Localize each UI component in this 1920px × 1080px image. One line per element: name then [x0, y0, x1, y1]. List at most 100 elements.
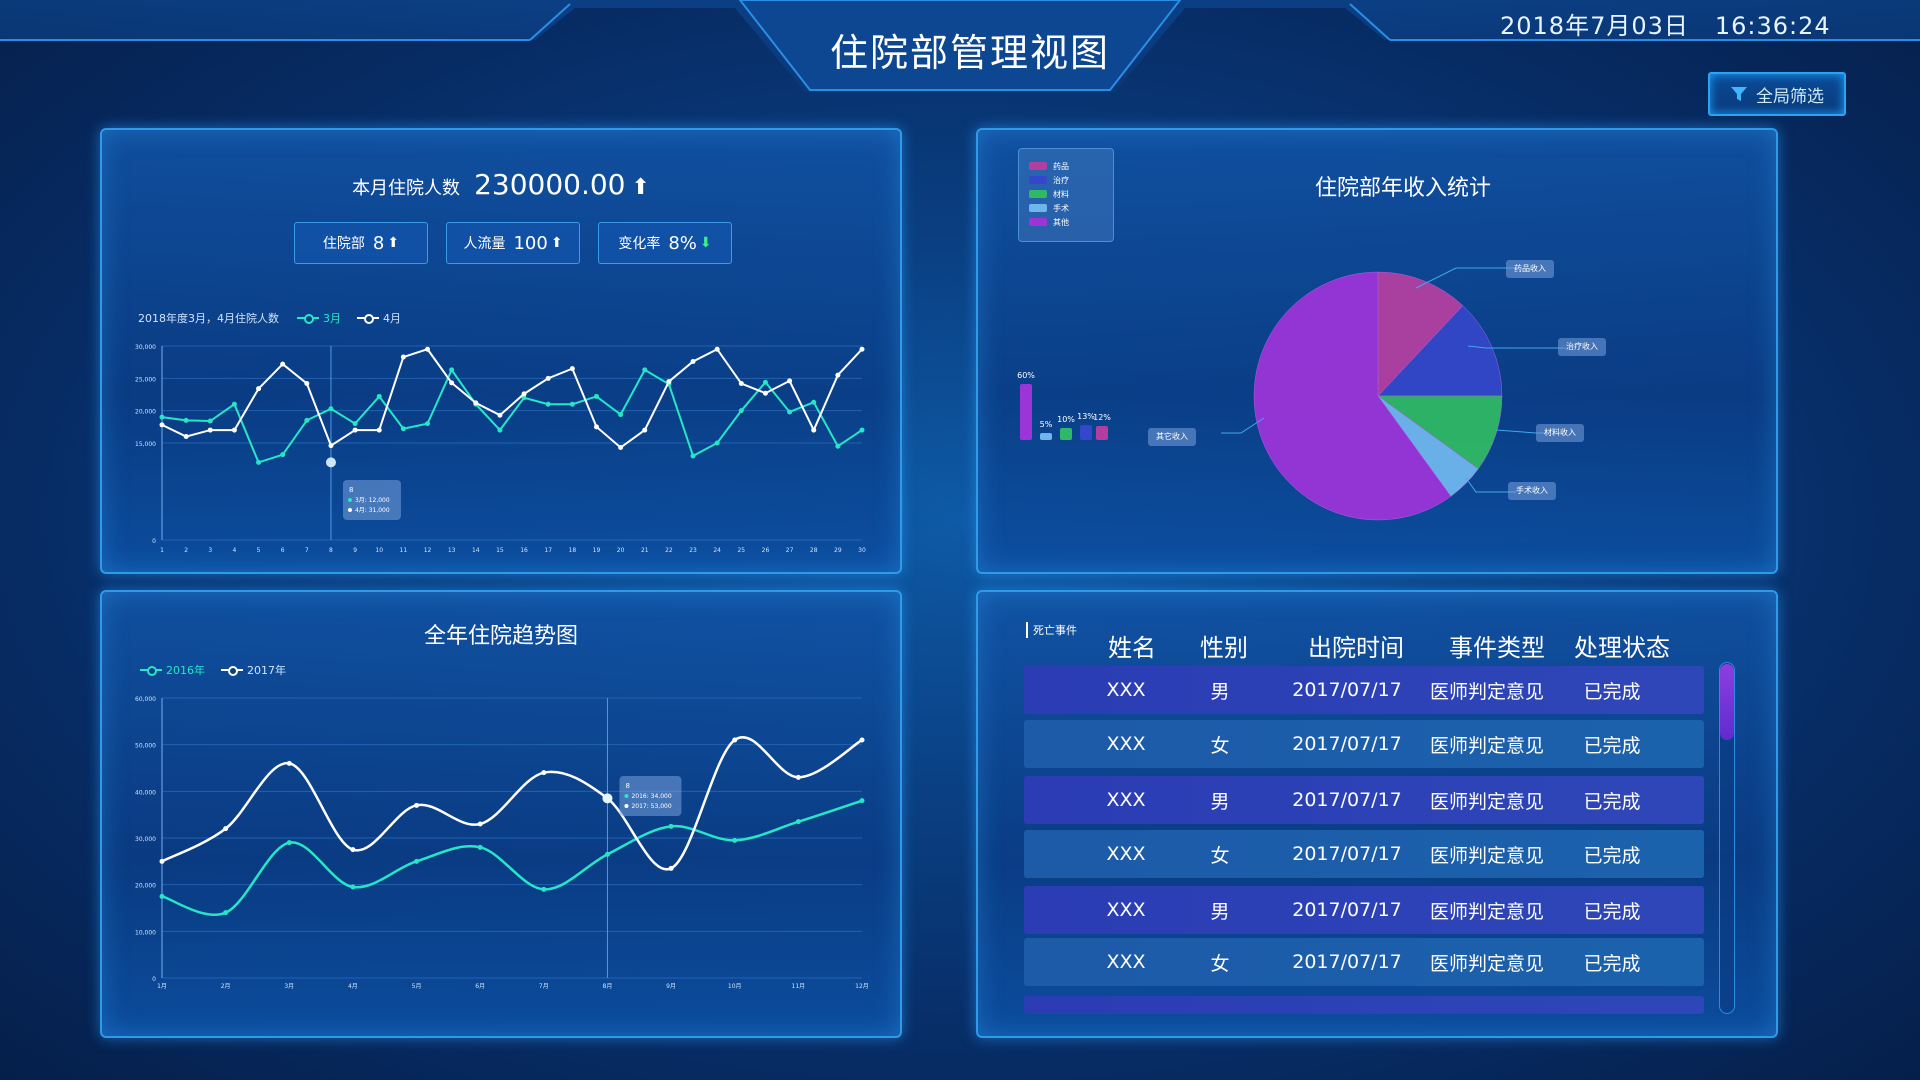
kpi-value: 8%: [668, 232, 697, 254]
data-point: [521, 391, 527, 397]
y-tick-label: 60,000: [135, 696, 156, 703]
table-row[interactable]: XXX 女 2017/07/17 医师判定意见 已完成: [1024, 830, 1704, 878]
data-point: [835, 443, 841, 449]
data-point: [223, 910, 229, 916]
data-point: [159, 422, 165, 428]
table-cell: 2017/07/17: [1292, 843, 1402, 865]
table-cell: 已完成: [1583, 680, 1641, 703]
y-tick-label: 10,000: [135, 929, 156, 936]
table-cell: 医师判定意见: [1429, 734, 1544, 757]
x-tick-label: 9月: [666, 983, 676, 990]
table-row[interactable]: XXX 男 2017/07/17 医师判定意见 已完成: [1024, 666, 1704, 714]
table-cell: 男: [1210, 680, 1230, 703]
table-row[interactable]: XXX 女 2017/07/17 医师判定意见 已完成: [1024, 720, 1704, 768]
x-tick-label: 26: [762, 547, 770, 554]
monthly-line-chart[interactable]: 015,00020,00025,00030,0001 2 3 4 5 6 7 8 9 10 11 12…: [122, 330, 882, 560]
x-tick-label: 1月: [157, 983, 167, 990]
arrow-down-icon: ⬇: [699, 235, 712, 251]
x-tick-label: 21: [641, 547, 649, 554]
x-tick-label: 7月: [539, 983, 549, 990]
x-tick-label: 6: [281, 547, 285, 554]
x-tick-label: 11: [400, 547, 408, 554]
x-tick-label: 14: [472, 547, 480, 554]
data-point: [569, 366, 575, 372]
data-point: [541, 886, 547, 892]
yearly-trend-panel: 全年住院趋势图 2016年 2017年 0 10,000 20,000 30,000 4…: [100, 590, 902, 1038]
table-row[interactable]: XXX 男 2017/07/17 医师判定意见 已完成: [1024, 776, 1704, 824]
table-cell: 女: [1210, 844, 1230, 867]
data-point: [497, 427, 503, 433]
data-point: [477, 821, 483, 827]
x-tick-label: 4: [232, 547, 236, 554]
mini-bar: [1040, 433, 1052, 440]
data-point: [280, 361, 286, 367]
table-cell: 已完成: [1583, 844, 1641, 867]
tooltip-line: 4月: 31,000: [355, 507, 390, 514]
global-filter-button[interactable]: 全局筛选: [1708, 72, 1846, 116]
kpi-label: 变化率: [618, 236, 661, 252]
col-gender[interactable]: 性别: [1170, 628, 1278, 663]
mini-bar-label: 10%: [1057, 415, 1075, 424]
table-cell: XXX: [1106, 899, 1146, 921]
kpi-flow[interactable]: 人流量 100 ⬆: [446, 222, 580, 264]
x-tick-label: 1: [160, 547, 164, 554]
kpi-change-rate[interactable]: 变化率 8% ⬇: [598, 222, 732, 264]
monthly-chart-legend: 2018年度3月，4月住院人数 3月 4月: [138, 310, 417, 326]
data-point: [449, 380, 455, 386]
table-cell: 已完成: [1583, 734, 1641, 757]
data-point: [425, 421, 431, 427]
tooltip-dot: [347, 508, 352, 512]
data-point: [618, 412, 624, 418]
table-scrollbar-thumb[interactable]: [1720, 664, 1734, 740]
death-table-header: 姓名 性别 出院时间 事件类型 处理状态: [1094, 628, 1684, 663]
legend-item-2016[interactable]: 2016年: [140, 662, 205, 678]
x-tick-label: 25: [737, 547, 745, 554]
table-cell: XXX: [1106, 733, 1146, 755]
legend-item-april[interactable]: 4月: [357, 310, 401, 326]
y-tick-label: 30,000: [135, 344, 156, 351]
income-pie-chart[interactable]: 60%5%10% 13%12%: [976, 128, 1774, 570]
x-tick-label: 13: [448, 547, 456, 554]
table-row[interactable]: [1024, 996, 1704, 1014]
legend-item-2017[interactable]: 2017年: [221, 662, 286, 678]
label-other-income: 其它收入: [1148, 428, 1196, 446]
data-point: [414, 802, 420, 808]
kpi-department[interactable]: 住院部 8 ⬆: [294, 222, 428, 264]
data-point: [304, 417, 310, 423]
legend-item-march[interactable]: 3月: [297, 310, 341, 326]
data-point: [738, 381, 744, 387]
label-material-income: 材料收入: [1536, 424, 1584, 442]
hover-point: [325, 457, 336, 468]
data-point: [425, 346, 431, 352]
col-discharge-time[interactable]: 出院时间: [1278, 628, 1434, 663]
trend-title: 全年住院趋势图: [423, 624, 578, 649]
mini-bar-label: 5%: [1040, 420, 1053, 429]
data-point: [304, 381, 310, 387]
table-cell: 医师判定意见: [1429, 900, 1544, 923]
yearly-trend-chart[interactable]: 0 10,000 20,000 30,000 40,000 50,000 60,000 1月 2…: [122, 688, 882, 1008]
x-tick-label: 5月: [412, 983, 422, 990]
col-event-type[interactable]: 事件类型: [1434, 628, 1560, 663]
table-row[interactable]: XXX 女 2017/07/17 医师判定意见 已完成: [1024, 938, 1704, 986]
table-row[interactable]: XXX 男 2017/07/17 医师判定意见 已完成: [1024, 886, 1704, 934]
kpi-value: 100: [513, 232, 548, 254]
x-tick-label: 9: [353, 547, 357, 554]
data-point: [668, 865, 674, 871]
x-tick-label: 28: [810, 547, 818, 554]
data-point: [668, 823, 674, 829]
table-cell: XXX: [1106, 679, 1146, 701]
table-cell: 医师判定意见: [1429, 952, 1544, 975]
legend-line-icon: [140, 666, 162, 676]
arrow-up-icon: ⬆: [631, 175, 650, 200]
data-point: [642, 367, 648, 373]
x-tick-label: 12月: [855, 983, 869, 990]
legend-line-icon: [357, 314, 379, 324]
col-status[interactable]: 处理状态: [1560, 628, 1684, 663]
data-point: [223, 826, 229, 832]
time-text: 16:36:24: [1714, 12, 1831, 40]
series-line-2017: [161, 736, 863, 871]
table-cell: 女: [1210, 952, 1230, 975]
data-point: [352, 427, 358, 433]
col-name[interactable]: 姓名: [1094, 628, 1170, 663]
data-point: [328, 443, 334, 449]
